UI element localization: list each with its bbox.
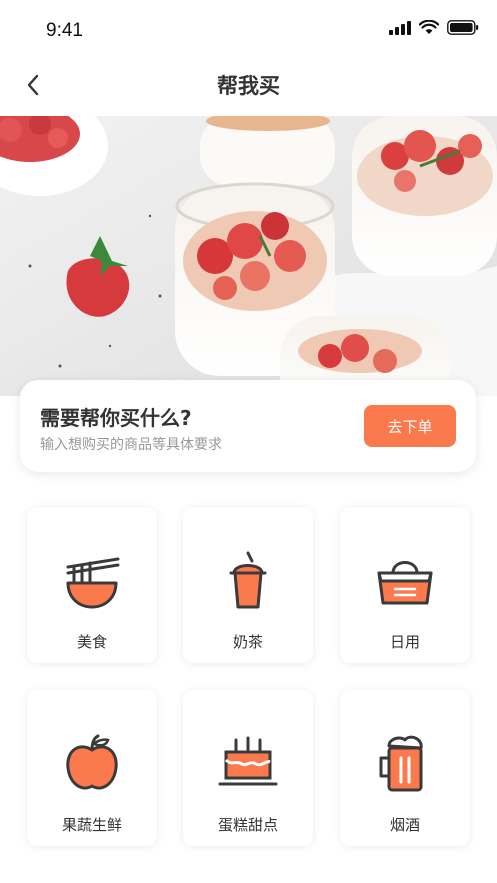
beer-icon: [379, 735, 423, 792]
cake-icon: [218, 736, 278, 786]
battery-icon: [447, 20, 479, 35]
category-food[interactable]: 美食: [27, 507, 157, 663]
request-input-hint[interactable]: 输入想购买的商品等具体要求: [40, 434, 222, 454]
status-time: 9:41: [46, 20, 83, 41]
status-icons: [389, 20, 479, 35]
category-tobacco-liquor[interactable]: 烟酒: [340, 690, 470, 846]
signal-icon: [389, 20, 411, 35]
hero-image: [0, 116, 497, 396]
category-daily[interactable]: 日用: [340, 507, 470, 663]
request-card[interactable]: 需要帮你买什么? 输入想购买的商品等具体要求 去下单: [20, 380, 476, 472]
category-label: 烟酒: [389, 816, 420, 834]
category-label: 日用: [389, 633, 420, 651]
request-title: 需要帮你买什么?: [40, 406, 192, 430]
basket-icon: [377, 561, 433, 605]
category-label: 蛋糕甜点: [217, 816, 278, 834]
category-milk-tea[interactable]: 奶茶: [183, 507, 313, 663]
category-label: 奶茶: [232, 633, 263, 651]
category-label: 果蔬生鲜: [61, 816, 122, 834]
page-title: 帮我买: [217, 74, 280, 98]
wifi-icon: [419, 20, 439, 34]
category-label: 美食: [76, 633, 107, 651]
category-fresh[interactable]: 果蔬生鲜: [27, 690, 157, 846]
nav-bar: 帮我买: [0, 60, 497, 116]
milk-tea-icon: [229, 551, 267, 609]
place-order-button[interactable]: 去下单: [364, 405, 456, 447]
category-cake[interactable]: 蛋糕甜点: [183, 690, 313, 846]
apple-icon: [66, 734, 118, 790]
status-bar: 9:41: [0, 0, 497, 60]
noodle-bowl-icon: [66, 557, 120, 609]
